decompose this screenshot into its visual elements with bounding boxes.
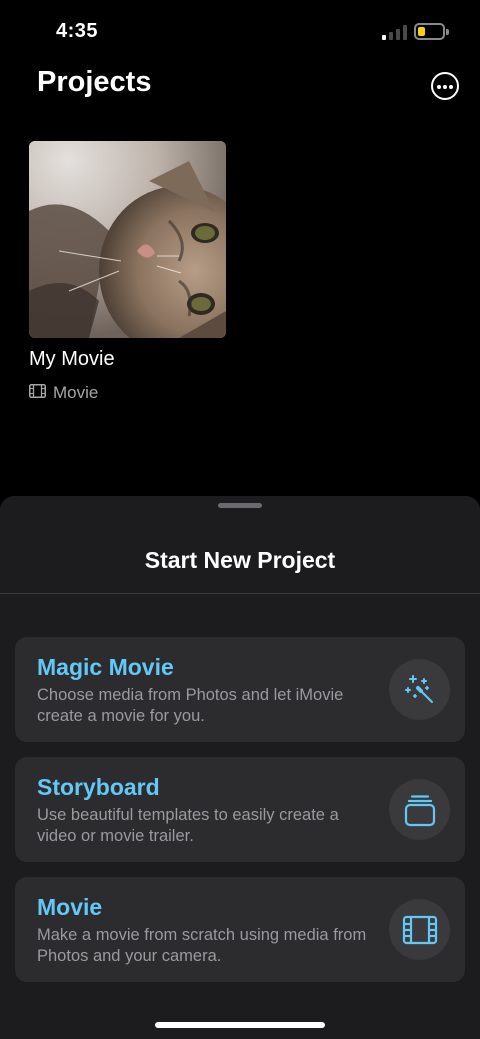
project-type: Movie xyxy=(29,383,98,403)
project-name[interactable]: My Movie xyxy=(29,348,115,371)
project-card[interactable] xyxy=(29,141,226,338)
storyboard-option[interactable]: Storyboard Use beautiful templates to ea… xyxy=(15,757,465,862)
film-icon xyxy=(389,899,450,960)
battery-icon xyxy=(414,23,445,40)
battery-cap xyxy=(446,29,449,35)
status-bar: 4:35 xyxy=(0,0,480,60)
cellular-signal-icon xyxy=(382,24,408,40)
magic-wand-icon xyxy=(389,659,450,720)
divider xyxy=(0,593,480,594)
sheet-title: Start New Project xyxy=(144,547,336,573)
status-time: 4:35 xyxy=(56,20,99,42)
sheet-grabber[interactable] xyxy=(218,503,262,508)
magic-movie-option[interactable]: Magic Movie Choose media from Photos and… xyxy=(15,637,465,742)
page-title: Projects xyxy=(37,66,152,98)
option-description: Use beautiful templates to easily create… xyxy=(37,806,339,845)
option-description: Make a movie from scratch using media fr… xyxy=(37,926,367,965)
option-title: Storyboard xyxy=(37,774,160,800)
project-type-label: Movie xyxy=(53,383,99,402)
option-title: Magic Movie xyxy=(37,654,174,680)
stack-icon xyxy=(389,779,450,840)
new-project-sheet: Start New Project Magic Movie Choose med… xyxy=(0,496,480,1039)
film-icon xyxy=(29,383,46,403)
ellipsis-circle-icon[interactable] xyxy=(431,72,459,100)
movie-option[interactable]: Movie Make a movie from scratch using me… xyxy=(15,877,465,982)
project-thumbnail[interactable] xyxy=(29,141,226,338)
home-indicator[interactable] xyxy=(155,1022,325,1028)
option-title: Movie xyxy=(37,894,103,920)
option-description: Choose media from Photos and let iMovie … xyxy=(37,686,344,725)
